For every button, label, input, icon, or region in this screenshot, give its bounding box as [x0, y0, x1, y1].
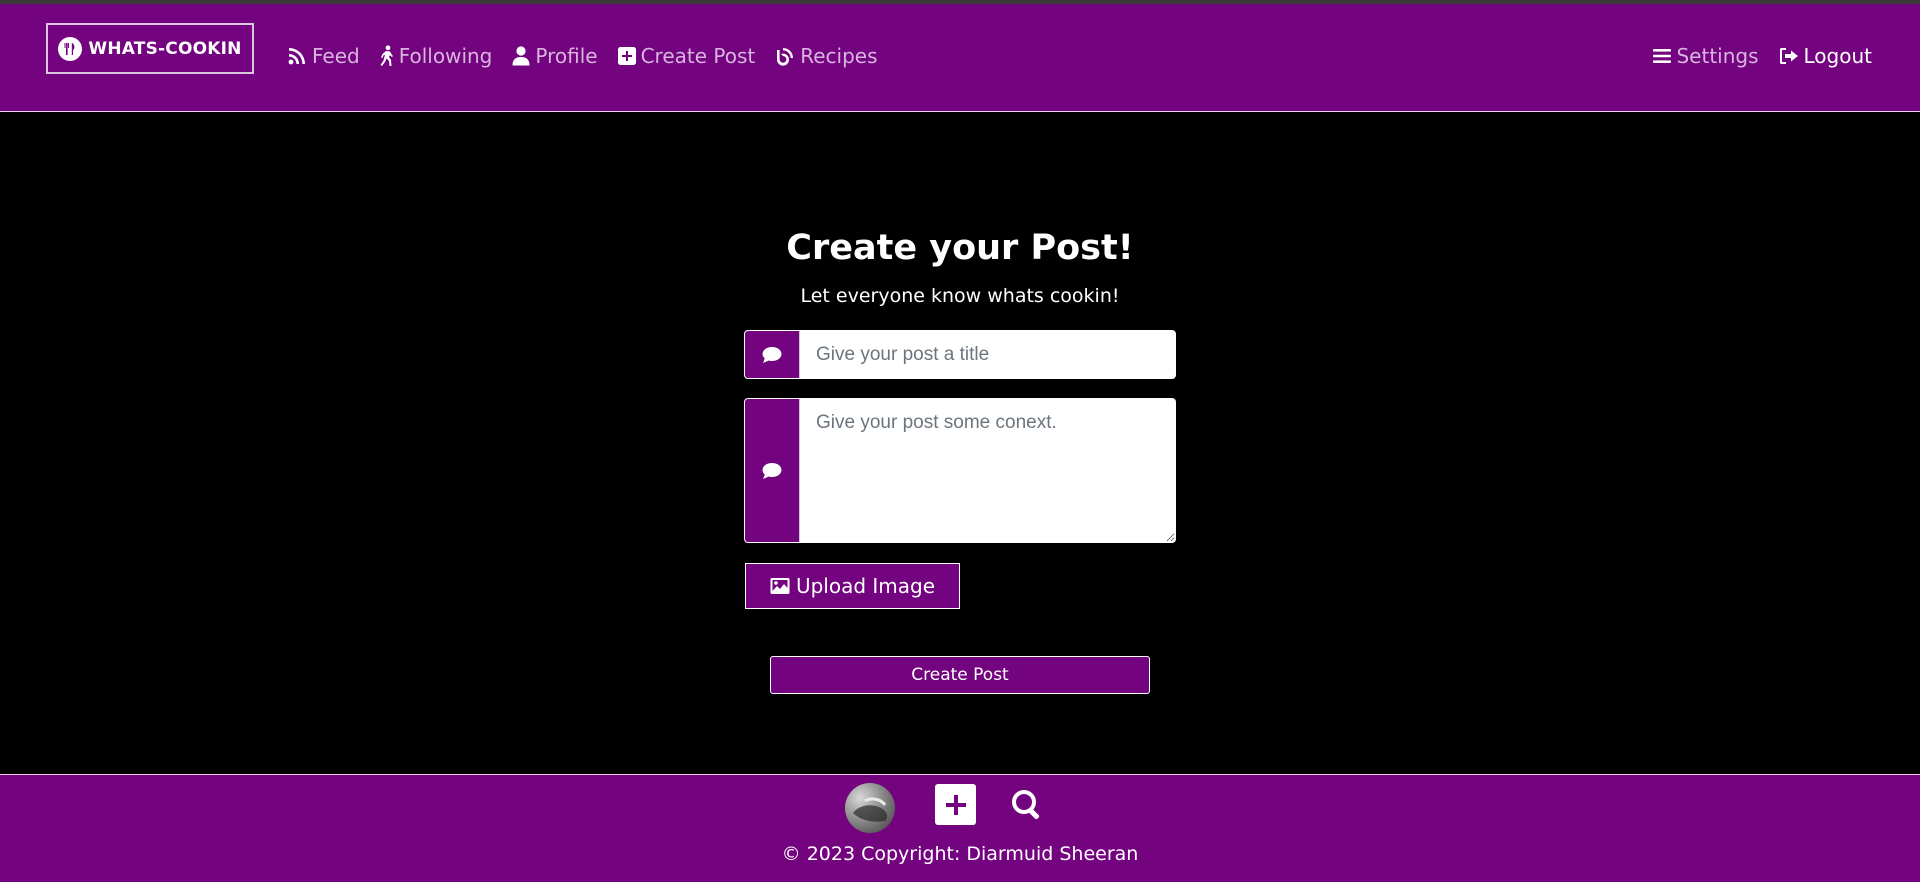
nav-create-post-link[interactable]: Create Post	[617, 44, 756, 68]
nav-profile-label: Profile	[535, 44, 598, 68]
image-icon	[770, 578, 790, 594]
utensils-icon	[58, 36, 83, 61]
nav-logout-label: Logout	[1803, 44, 1872, 68]
nav-recipes-link[interactable]: Recipes	[775, 44, 878, 68]
comment-icon	[745, 399, 800, 542]
nav-feed-link[interactable]: Feed	[287, 44, 360, 68]
brand-name: WHATS-COOKIN	[88, 38, 242, 59]
nav-following-label: Following	[398, 44, 493, 68]
create-post-button[interactable]: Create Post	[770, 656, 1150, 694]
navbar: WHATS-COOKIN Feed Following Profile Crea…	[0, 4, 1920, 112]
nav-settings-link[interactable]: Settings	[1653, 44, 1759, 68]
nav-feed-label: Feed	[312, 44, 360, 68]
post-context-textarea[interactable]	[800, 399, 1175, 542]
page-title: Create your Post!	[786, 228, 1134, 268]
rss-icon	[288, 48, 305, 65]
bars-icon	[1653, 49, 1672, 63]
copyright-text: © 2023 Copyright: Diarmuid Sheeran	[781, 843, 1139, 865]
upload-image-label: Upload Image	[795, 574, 936, 598]
nav-settings-label: Settings	[1676, 44, 1759, 68]
page-subtitle: Let everyone know whats cookin!	[800, 285, 1120, 307]
user-icon	[512, 46, 530, 66]
user-nav: Settings Logout	[1633, 37, 1872, 75]
nav-recipes-label: Recipes	[800, 44, 878, 68]
nav-profile-link[interactable]: Profile	[512, 44, 598, 68]
plus-square-icon	[617, 47, 636, 65]
upload-image-button[interactable]: Upload Image	[745, 563, 960, 609]
brand-logo-link[interactable]: WHATS-COOKIN	[46, 23, 254, 74]
nav-logout-link[interactable]: Logout	[1779, 44, 1872, 68]
avatar[interactable]	[845, 783, 895, 833]
walking-icon	[380, 45, 393, 66]
post-context-group	[744, 398, 1176, 543]
nav-following-link[interactable]: Following	[380, 44, 493, 68]
add-post-button[interactable]	[935, 784, 976, 825]
footer: © 2023 Copyright: Diarmuid Sheeran	[0, 774, 1920, 882]
plus-icon	[945, 794, 966, 815]
post-title-input[interactable]	[800, 331, 1175, 378]
search-icon[interactable]	[1010, 788, 1044, 822]
sign-out-icon	[1779, 48, 1798, 64]
post-title-group	[744, 330, 1176, 379]
comment-icon	[745, 331, 800, 378]
main-nav: Feed Following Profile Create Post Recip…	[287, 37, 898, 75]
blog-icon	[777, 48, 794, 66]
nav-create-post-label: Create Post	[640, 44, 756, 68]
